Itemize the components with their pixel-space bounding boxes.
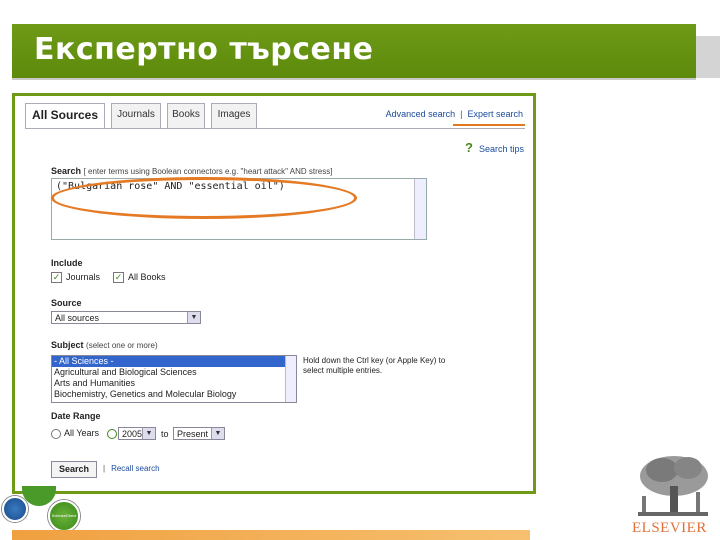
elsevier-logo-text: ELSEVIER: [632, 520, 707, 536]
to-year-select[interactable]: Present ▼: [173, 427, 225, 440]
listbox-scrollbar[interactable]: [285, 356, 296, 402]
search-hint: [ enter terms using Boolean connectors e…: [83, 167, 333, 176]
list-item[interactable]: Arts and Humanities: [52, 378, 296, 389]
globe-icon: [2, 496, 28, 522]
all-years-radio[interactable]: [51, 428, 61, 439]
list-item[interactable]: Agricultural and Biological Sciences: [52, 367, 296, 378]
subject-listbox[interactable]: - All Sciences - Agricultural and Biolog…: [51, 355, 297, 403]
tab-all-sources[interactable]: All Sources: [25, 103, 105, 129]
sciencedirect-badge-text: ScienceDirect: [51, 513, 77, 518]
recall-search[interactable]: | Recall search: [103, 464, 160, 473]
subject-help-text: Hold down the Ctrl key (or Apple Key) to…: [303, 356, 446, 375]
journals-checkbox[interactable]: ✓: [51, 272, 62, 284]
title-banner: Експертно търсене: [12, 24, 696, 78]
textarea-scrollbar[interactable]: [414, 179, 426, 239]
source-select[interactable]: All sources ▼: [51, 311, 201, 324]
search-mode-links: Advanced search | Expert search: [385, 109, 523, 119]
chevron-down-icon: ▼: [187, 312, 200, 323]
search-tips-link[interactable]: Search tips: [479, 144, 524, 154]
from-year-select[interactable]: 2005 ▼: [118, 427, 156, 440]
date-range-label: Date Range: [51, 411, 101, 421]
tab-journals[interactable]: Journals: [111, 103, 161, 128]
chevron-down-icon: ▼: [142, 428, 155, 439]
banner-shadow: [696, 36, 720, 78]
include-all-books[interactable]: ✓ All Books: [113, 272, 166, 284]
expert-search-link[interactable]: Expert search: [467, 109, 523, 119]
search-label: Search [ enter terms using Boolean conne…: [51, 166, 333, 176]
search-tips[interactable]: ? Search tips: [465, 140, 524, 155]
sciencedirect-badge: ScienceDirect: [48, 500, 80, 532]
recall-search-link[interactable]: Recall search: [111, 464, 159, 473]
screenshot-frame: All Sources Journals Books Images Advanc…: [12, 93, 536, 494]
expert-search-form: All Sources Journals Books Images Advanc…: [21, 100, 529, 487]
advanced-search-link[interactable]: Advanced search: [386, 109, 456, 119]
tab-divider: [25, 128, 525, 129]
all-years-option[interactable]: All Years: [51, 428, 99, 439]
tab-books[interactable]: Books: [167, 103, 205, 128]
slide-title: Експертно търсене: [34, 32, 374, 67]
list-item[interactable]: Biochemistry, Genetics and Molecular Bio…: [52, 389, 296, 400]
include-journals[interactable]: ✓ Journals: [51, 272, 100, 284]
to-label: to: [161, 429, 169, 439]
chevron-down-icon: ▼: [211, 428, 224, 439]
source-label: Source: [51, 298, 82, 308]
include-label: Include: [51, 258, 83, 268]
year-range-radio[interactable]: [107, 428, 117, 439]
bottom-accent-bar: [12, 530, 530, 540]
elsevier-tree-icon: [634, 452, 712, 518]
leaf-icon: [22, 486, 56, 506]
expert-search-underline: [453, 124, 525, 126]
search-button[interactable]: Search: [51, 461, 97, 478]
tab-images[interactable]: Images: [211, 103, 257, 128]
all-books-checkbox[interactable]: ✓: [113, 272, 124, 284]
query-highlight-ellipse: [51, 177, 357, 219]
list-item[interactable]: - All Sciences -: [52, 356, 296, 367]
subject-label: Subject (select one or more): [51, 340, 158, 350]
question-icon: ?: [465, 140, 473, 155]
